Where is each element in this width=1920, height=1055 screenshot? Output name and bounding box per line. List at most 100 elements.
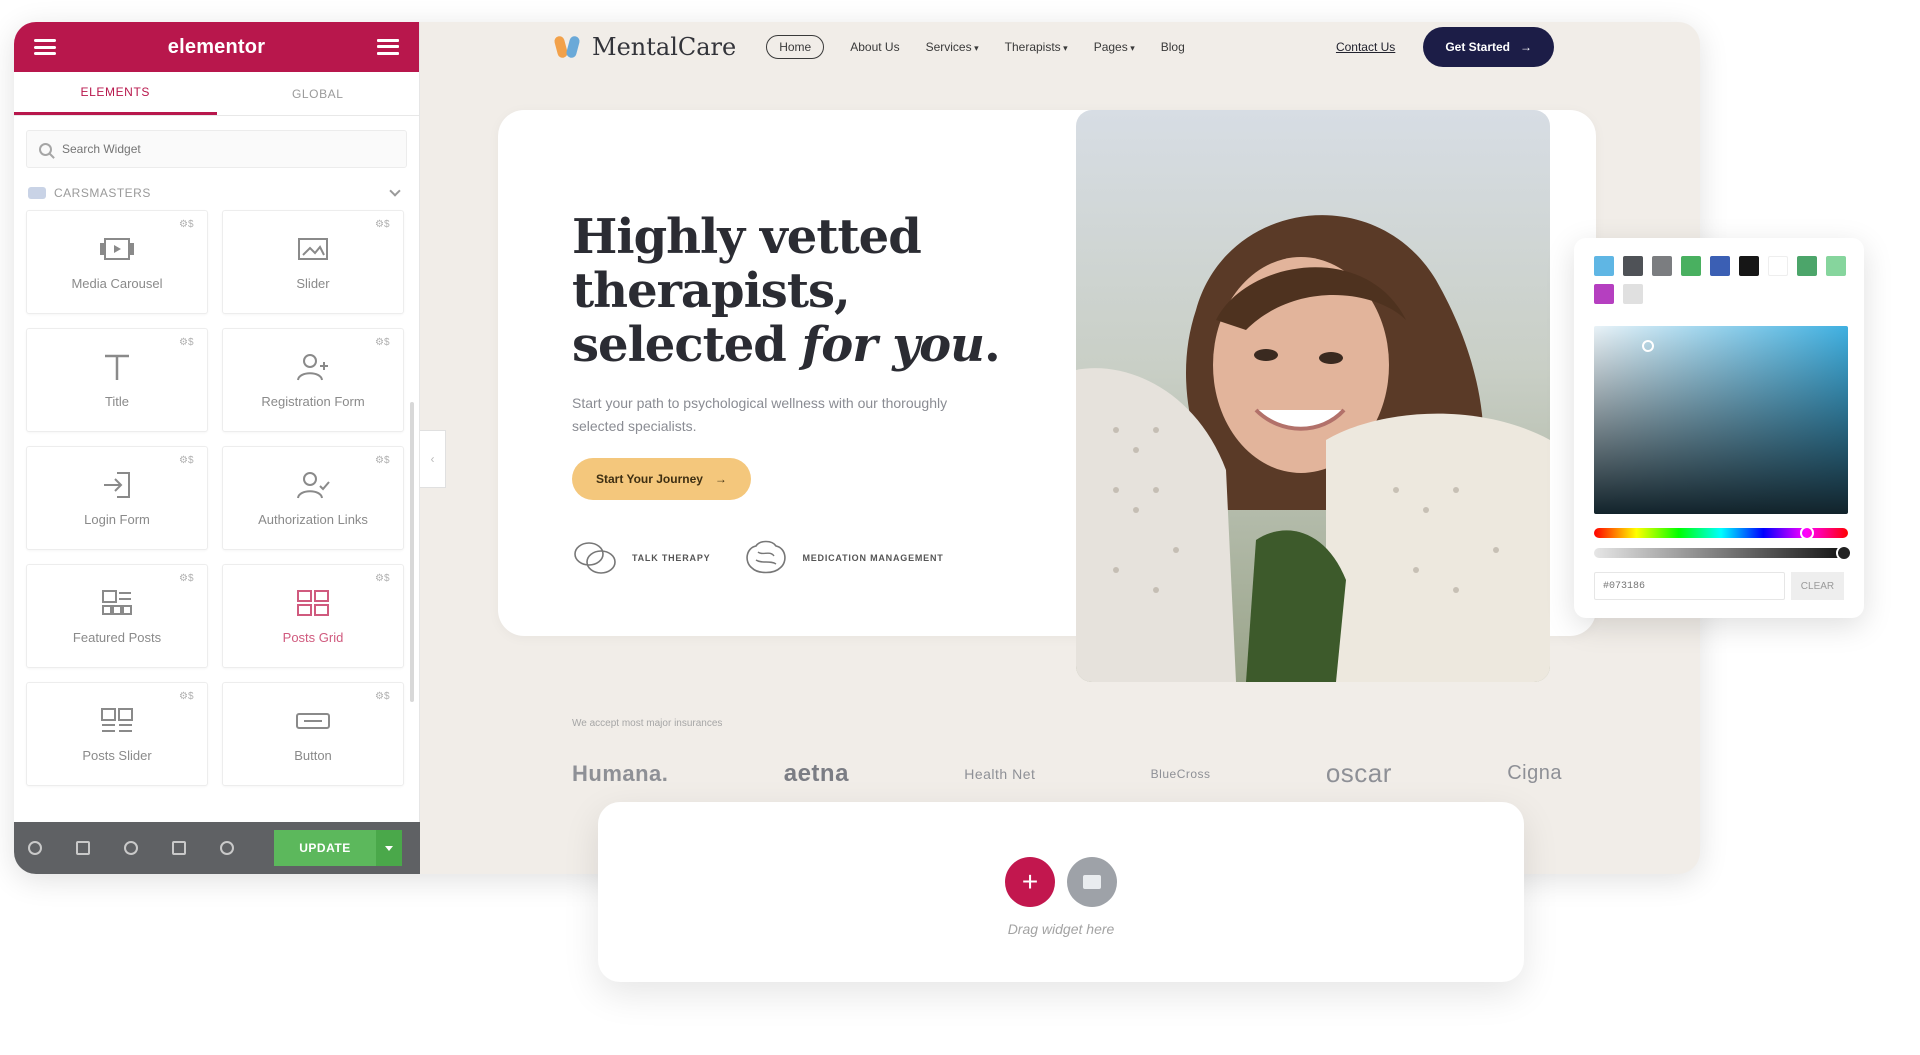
saturation-field[interactable] (1594, 326, 1848, 514)
color-swatch[interactable] (1710, 256, 1730, 276)
color-swatch[interactable] (1623, 284, 1643, 304)
pro-badge-icon: ⚙$ (375, 691, 390, 702)
elementor-panel: elementor ELEMENTS GLOBAL CARSMASTERS (14, 22, 420, 874)
widget-title[interactable]: ⚙$ Title (26, 328, 208, 432)
settings-icon[interactable] (28, 841, 42, 855)
hue-slider[interactable] (1594, 526, 1848, 540)
tab-elements[interactable]: ELEMENTS (14, 72, 217, 115)
widget-grid: ⚙$ Media Carousel ⚙$ Slider ⚙$ Title ⚙$ … (14, 210, 419, 786)
widget-button[interactable]: ⚙$ Button (222, 682, 404, 786)
preview-eye-icon[interactable] (220, 841, 234, 855)
widget-login-form[interactable]: ⚙$ Login Form (26, 446, 208, 550)
category-icon (28, 187, 46, 199)
media-carousel-icon (99, 234, 135, 264)
panel-footer: UPDATE (14, 822, 420, 874)
logo-humana: Humana. (572, 760, 669, 786)
nav-therapists[interactable]: Therapists (1005, 40, 1068, 54)
site-navbar: MentalCare Home About Us Services Therap… (553, 22, 1554, 72)
navigator-icon[interactable] (76, 841, 90, 855)
responsive-mode-icon[interactable] (172, 841, 186, 855)
title-icon (99, 352, 135, 382)
nav-home[interactable]: Home (766, 35, 825, 59)
color-swatch[interactable] (1739, 256, 1759, 276)
update-button[interactable]: UPDATE (274, 830, 376, 866)
color-swatch[interactable] (1594, 256, 1614, 276)
widget-label: Media Carousel (71, 275, 163, 291)
pro-badge-icon: ⚙$ (179, 455, 194, 466)
elementor-logo: elementor (167, 35, 266, 58)
pro-badge-icon: ⚙$ (375, 219, 390, 230)
brand-name: MentalCare (592, 33, 737, 61)
widget-drop-zone[interactable]: + Drag widget here (598, 802, 1524, 982)
hamburger-menu-icon[interactable] (34, 39, 56, 55)
search-icon (39, 142, 52, 156)
get-started-label: Get Started (1445, 40, 1510, 54)
color-swatch[interactable] (1623, 256, 1643, 276)
update-options-caret-icon[interactable] (376, 830, 402, 866)
hero-title: Highly vetted therapists, selected for y… (572, 209, 1001, 373)
nav-services[interactable]: Services (926, 40, 979, 54)
hero-subtitle: Start your path to psychological wellnes… (572, 395, 948, 434)
collapse-panel-chevron-icon[interactable]: ‹ (420, 430, 446, 488)
get-started-button[interactable]: Get Started → (1423, 27, 1554, 67)
clear-color-button[interactable]: CLEAR (1790, 572, 1844, 600)
nav-about[interactable]: About Us (850, 40, 899, 54)
login-form-icon (99, 470, 135, 500)
nav-pages[interactable]: Pages (1094, 40, 1135, 54)
color-swatch[interactable] (1652, 256, 1672, 276)
hex-input[interactable] (1594, 572, 1785, 600)
drop-zone-hint: Drag widget here (1007, 921, 1115, 937)
widget-label: Featured Posts (72, 629, 162, 645)
color-swatches (1594, 256, 1846, 304)
widget-posts-slider[interactable]: ⚙$ Posts Slider (26, 682, 208, 786)
widget-search[interactable] (26, 130, 407, 168)
opacity-slider[interactable] (1594, 545, 1852, 561)
brand[interactable]: MentalCare (553, 32, 737, 62)
arrow-right-icon: → (1520, 40, 1532, 54)
template-library-folder-icon[interactable] (1067, 857, 1117, 907)
widget-category[interactable]: CARSMASTERS (14, 178, 419, 210)
pro-badge-icon: ⚙$ (179, 573, 194, 584)
widget-label: Button (294, 747, 332, 763)
tab-global[interactable]: GLOBAL (217, 72, 420, 115)
start-journey-label: Start Your Journey (596, 472, 703, 486)
widget-posts-grid[interactable]: ⚙$ Posts Grid (222, 564, 404, 668)
brain-icon (746, 540, 787, 574)
feature-medication-management: MEDICATION MANAGEMENT (742, 538, 943, 578)
hex-row: CLEAR (1594, 572, 1844, 600)
registration-form-icon (295, 352, 331, 382)
color-swatch[interactable] (1768, 256, 1788, 276)
panel-tabs: ELEMENTS GLOBAL (14, 72, 419, 116)
color-swatch[interactable] (1797, 256, 1817, 276)
authorization-links-icon (295, 470, 331, 500)
color-picker: CLEAR (1574, 238, 1864, 618)
start-journey-button[interactable]: Start Your Journey → (572, 458, 751, 500)
pro-badge-icon: ⚙$ (375, 455, 390, 466)
history-icon[interactable] (124, 841, 138, 855)
widget-slider[interactable]: ⚙$ Slider (222, 210, 404, 314)
opacity-handle[interactable] (1836, 545, 1852, 561)
talk-therapy-icon (574, 542, 616, 574)
widget-media-carousel[interactable]: ⚙$ Media Carousel (26, 210, 208, 314)
widgets-grid-icon[interactable] (376, 39, 399, 55)
stage: elementor ELEMENTS GLOBAL CARSMASTERS (0, 0, 1920, 1055)
widget-featured-posts[interactable]: ⚙$ Featured Posts (26, 564, 208, 668)
add-section-plus-icon[interactable]: + (1005, 857, 1055, 907)
saturation-handle[interactable] (1642, 340, 1654, 352)
widget-authorization-links[interactable]: ⚙$ Authorization Links (222, 446, 404, 550)
logo-bluecross: BlueCross (1150, 766, 1211, 781)
widget-registration-form[interactable]: ⚙$ Registration Form (222, 328, 404, 432)
nav-links: Home About Us Services Therapists Pages … (766, 35, 1185, 59)
color-swatch[interactable] (1594, 284, 1614, 304)
hue-handle[interactable] (1800, 526, 1814, 540)
nav-blog[interactable]: Blog (1161, 40, 1185, 54)
color-swatch[interactable] (1826, 256, 1846, 276)
posts-grid-icon (295, 588, 331, 618)
chevron-down-icon[interactable] (389, 185, 401, 197)
widget-search-input[interactable] (62, 142, 362, 156)
pro-badge-icon: ⚙$ (179, 219, 194, 230)
contact-us-link[interactable]: Contact Us (1336, 40, 1395, 54)
color-swatch[interactable] (1681, 256, 1701, 276)
logo-health-net: Health Net (964, 765, 1036, 782)
panel-scrollbar[interactable] (410, 402, 414, 702)
